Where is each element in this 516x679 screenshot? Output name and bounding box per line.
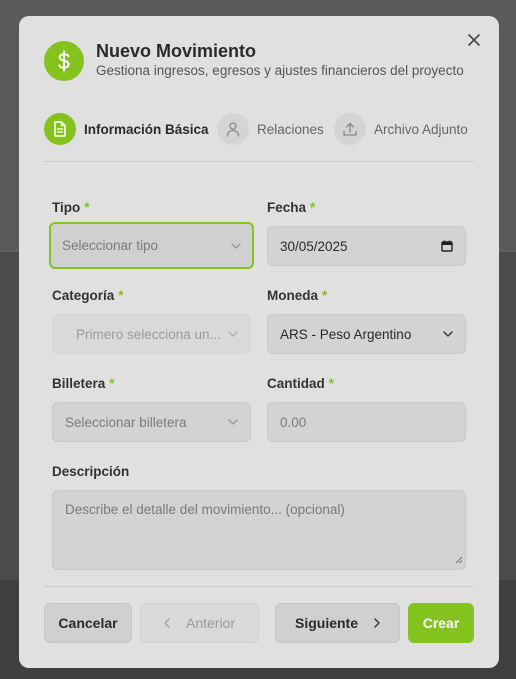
- cancel-button[interactable]: Cancelar: [44, 603, 132, 643]
- billetera-placeholder: Seleccionar billetera: [65, 414, 187, 430]
- previous-label: Anterior: [185, 615, 236, 631]
- close-button[interactable]: [465, 31, 483, 49]
- billetera-label: Billetera *: [52, 376, 115, 391]
- new-movement-modal: Nuevo Movimiento Gestiona ingresos, egre…: [19, 16, 499, 668]
- required-marker: *: [322, 288, 328, 303]
- chevron-down-icon: [443, 331, 453, 337]
- required-marker: *: [310, 200, 316, 215]
- descripcion-label: Descripción: [52, 464, 130, 479]
- fecha-label: Fecha *: [267, 200, 316, 215]
- required-marker: *: [328, 376, 335, 391]
- step-informacion-basica[interactable]: Información Básica: [44, 113, 209, 145]
- dollar-icon: [44, 41, 84, 81]
- step-archivo-adjunto[interactable]: Archivo Adjunto: [334, 113, 468, 145]
- step-relaciones[interactable]: Relaciones: [217, 113, 324, 145]
- next-button[interactable]: Siguiente: [275, 603, 400, 643]
- chevron-down-icon: [231, 242, 241, 249]
- categoria-label: Categoría *: [52, 288, 124, 303]
- chevron-down-icon: [228, 419, 238, 425]
- categoria-select[interactable]: Primero selecciona un...: [52, 314, 251, 354]
- upload-icon: [334, 113, 366, 145]
- descripcion-textarea[interactable]: Describe el detalle del movimiento... (o…: [52, 490, 466, 570]
- footer-divider: [44, 586, 474, 587]
- descripcion-placeholder: Describe el detalle del movimiento... (o…: [65, 502, 345, 517]
- calendar-icon[interactable]: [441, 240, 453, 252]
- required-marker: *: [84, 200, 90, 215]
- cantidad-placeholder: 0.00: [280, 414, 307, 430]
- tipo-placeholder: Seleccionar tipo: [62, 238, 159, 253]
- step-label: Relaciones: [257, 121, 324, 137]
- moneda-label: Moneda *: [267, 288, 328, 303]
- steps-divider: [44, 161, 474, 162]
- required-marker: *: [118, 288, 124, 303]
- cantidad-label: Cantidad *: [267, 376, 335, 391]
- tipo-label: Tipo *: [52, 200, 90, 215]
- tipo-select[interactable]: Seleccionar tipo: [49, 222, 254, 269]
- modal-title: Nuevo Movimiento: [96, 41, 257, 61]
- moneda-select[interactable]: ARS - Peso Argentino: [267, 314, 466, 354]
- previous-button[interactable]: Anterior: [140, 603, 259, 643]
- chevron-right-icon: [374, 618, 380, 628]
- billetera-select[interactable]: Seleccionar billetera: [52, 402, 251, 442]
- next-label: Siguiente: [294, 615, 358, 631]
- chevron-down-icon: [228, 331, 238, 337]
- fecha-input[interactable]: 30/05/2025: [267, 226, 466, 266]
- step-label: Información Básica: [84, 121, 209, 137]
- modal-subtitle: Gestiona ingresos, egresos y ajustes fin…: [96, 63, 464, 78]
- step-label: Archivo Adjunto: [374, 121, 468, 137]
- document-icon: [44, 113, 76, 145]
- moneda-value: ARS - Peso Argentino: [280, 326, 412, 342]
- categoria-placeholder: Primero selecciona un...: [76, 326, 221, 342]
- fecha-value: 30/05/2025: [280, 238, 348, 254]
- cantidad-input[interactable]: 0.00: [267, 402, 466, 442]
- user-icon: [217, 113, 249, 145]
- chevron-left-icon: [164, 618, 170, 628]
- close-icon: [468, 34, 480, 46]
- required-marker: *: [109, 376, 115, 391]
- create-button[interactable]: Crear: [408, 603, 474, 643]
- resize-handle-icon[interactable]: [455, 552, 463, 567]
